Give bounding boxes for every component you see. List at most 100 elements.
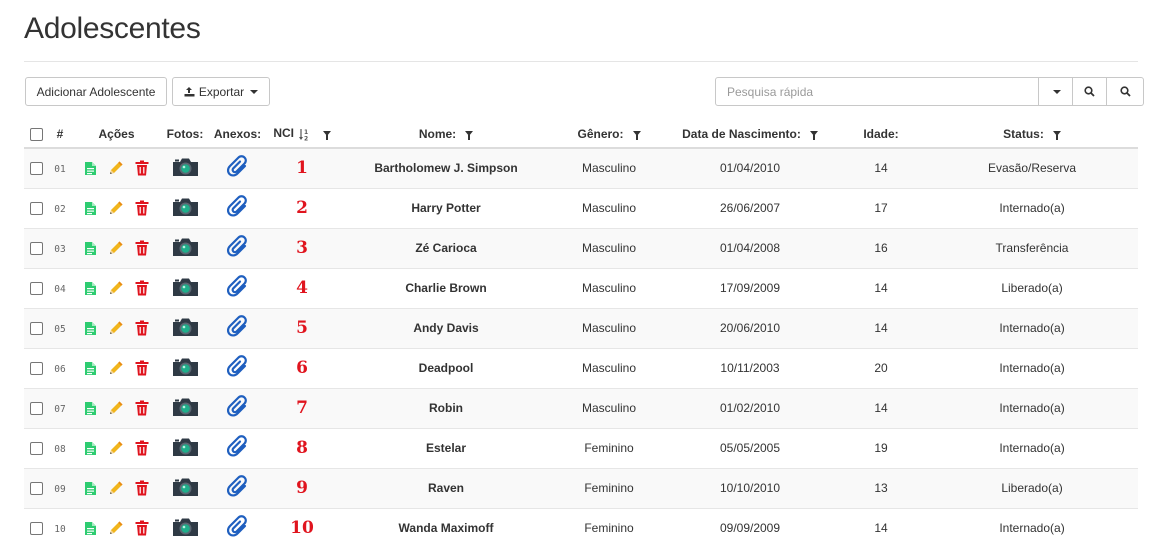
pencil-icon[interactable]	[108, 440, 124, 456]
table-row[interactable]: 10 10 Wanda Maximoff Feminino 09/09/2009…	[24, 507, 1138, 548]
nci-value: 9	[296, 478, 308, 498]
sort-numeric-icon[interactable]: 12	[299, 128, 310, 142]
pencil-icon[interactable]	[108, 200, 124, 216]
file-icon[interactable]	[84, 481, 97, 496]
row-checkbox[interactable]	[29, 362, 43, 376]
camera-icon[interactable]	[172, 477, 199, 497]
row-checkbox[interactable]	[29, 282, 43, 296]
trash-icon[interactable]	[135, 280, 149, 296]
pencil-icon[interactable]	[108, 280, 124, 296]
row-number: 09	[48, 467, 72, 508]
trash-icon[interactable]	[135, 520, 149, 536]
file-icon[interactable]	[84, 161, 97, 176]
search-icon	[1119, 86, 1131, 97]
pencil-icon[interactable]	[108, 520, 124, 536]
filter-icon[interactable]	[322, 130, 331, 140]
paperclip-icon[interactable]	[226, 354, 250, 379]
row-nci: 9	[266, 467, 338, 508]
search-button[interactable]	[1073, 77, 1107, 106]
row-checkbox[interactable]	[29, 402, 43, 416]
row-checkbox[interactable]	[29, 322, 43, 336]
row-number: 02	[48, 187, 72, 228]
row-checkbox[interactable]	[29, 162, 43, 176]
row-checkbox[interactable]	[29, 242, 43, 256]
row-name: Estelar	[338, 427, 554, 468]
filter-icon[interactable]	[632, 130, 641, 140]
camera-icon[interactable]	[172, 277, 199, 297]
pencil-icon[interactable]	[108, 400, 124, 416]
camera-icon[interactable]	[172, 397, 199, 417]
filter-icon[interactable]	[1052, 130, 1061, 140]
pencil-icon[interactable]	[108, 480, 124, 496]
table-row[interactable]: 06 6 Deadpool Masculino 10/11/2003 20 In…	[24, 347, 1138, 388]
file-icon[interactable]	[84, 441, 97, 456]
row-actions	[72, 267, 161, 308]
table-row[interactable]: 08 8 Estelar Feminino 05/05/2005 19 Inte…	[24, 427, 1138, 468]
camera-icon[interactable]	[172, 437, 199, 457]
paperclip-icon[interactable]	[226, 394, 250, 419]
row-checkbox[interactable]	[29, 202, 43, 216]
filter-icon[interactable]	[465, 130, 474, 140]
row-number-label: 01	[54, 164, 66, 176]
row-checkbox[interactable]	[29, 442, 43, 456]
trash-icon[interactable]	[135, 160, 149, 176]
pencil-icon[interactable]	[108, 360, 124, 376]
trash-icon[interactable]	[135, 440, 149, 456]
camera-icon[interactable]	[172, 197, 199, 217]
trash-icon[interactable]	[135, 400, 149, 416]
pencil-icon[interactable]	[108, 320, 124, 336]
paperclip-icon[interactable]	[226, 474, 250, 499]
table-row[interactable]: 01 1 Bartholomew J. Simpson Masculino 01…	[24, 148, 1138, 188]
nci-value: 8	[296, 438, 308, 458]
trash-icon[interactable]	[135, 200, 149, 216]
file-icon[interactable]	[84, 241, 97, 256]
select-all-checkbox[interactable]	[29, 127, 43, 141]
row-checkbox[interactable]	[29, 482, 43, 496]
table-row[interactable]: 02 2 Harry Potter Masculino 26/06/2007 1…	[24, 187, 1138, 228]
pencil-icon[interactable]	[108, 160, 124, 176]
header-status-label: Status:	[1003, 126, 1044, 141]
paperclip-icon[interactable]	[226, 194, 250, 219]
file-icon[interactable]	[84, 521, 97, 536]
paperclip-icon[interactable]	[226, 434, 250, 459]
camera-icon[interactable]	[172, 237, 199, 257]
header-name[interactable]: Nome:	[338, 120, 554, 149]
trash-icon[interactable]	[135, 360, 149, 376]
add-adolescent-button[interactable]: Adicionar Adolescente	[25, 77, 167, 106]
camera-icon[interactable]	[172, 357, 199, 377]
header-nci[interactable]: NCI 12	[266, 120, 338, 149]
table-row[interactable]: 09 9 Raven Feminino 10/10/2010 13 Libera…	[24, 467, 1138, 508]
paperclip-icon[interactable]	[226, 314, 250, 339]
paperclip-icon[interactable]	[226, 514, 250, 539]
search-input[interactable]	[715, 77, 1039, 106]
table-row[interactable]: 03 3 Zé Carioca Masculino 01/04/2008 16 …	[24, 227, 1138, 268]
table-row[interactable]: 05 5 Andy Davis Masculino 20/06/2010 14 …	[24, 307, 1138, 348]
table-row[interactable]: 04 4 Charlie Brown Masculino 17/09/2009 …	[24, 267, 1138, 308]
header-status[interactable]: Status:	[926, 120, 1138, 149]
file-icon[interactable]	[84, 401, 97, 416]
trash-icon[interactable]	[135, 240, 149, 256]
search-dropdown-button[interactable]	[1039, 77, 1073, 106]
header-gender[interactable]: Gênero:	[554, 120, 664, 149]
trash-icon[interactable]	[135, 320, 149, 336]
camera-icon[interactable]	[172, 157, 199, 177]
file-icon[interactable]	[84, 281, 97, 296]
paperclip-icon[interactable]	[226, 154, 250, 179]
header-birthdate[interactable]: Data de Nascimento:	[664, 120, 836, 149]
file-icon[interactable]	[84, 321, 97, 336]
name-value: Zé Carioca	[415, 241, 477, 255]
paperclip-icon[interactable]	[226, 274, 250, 299]
trash-icon[interactable]	[135, 480, 149, 496]
table-row[interactable]: 07 7 Robin Masculino 01/02/2010 14 Inter…	[24, 387, 1138, 428]
row-checkbox[interactable]	[29, 522, 43, 536]
advanced-search-button[interactable]	[1107, 77, 1144, 106]
pencil-icon[interactable]	[108, 240, 124, 256]
camera-icon[interactable]	[172, 517, 199, 537]
camera-icon[interactable]	[172, 317, 199, 337]
filter-icon[interactable]	[809, 130, 818, 140]
export-button[interactable]: Exportar	[172, 77, 270, 106]
paperclip-icon[interactable]	[226, 234, 250, 259]
file-icon[interactable]	[84, 201, 97, 216]
file-icon[interactable]	[84, 361, 97, 376]
row-actions	[72, 467, 161, 508]
